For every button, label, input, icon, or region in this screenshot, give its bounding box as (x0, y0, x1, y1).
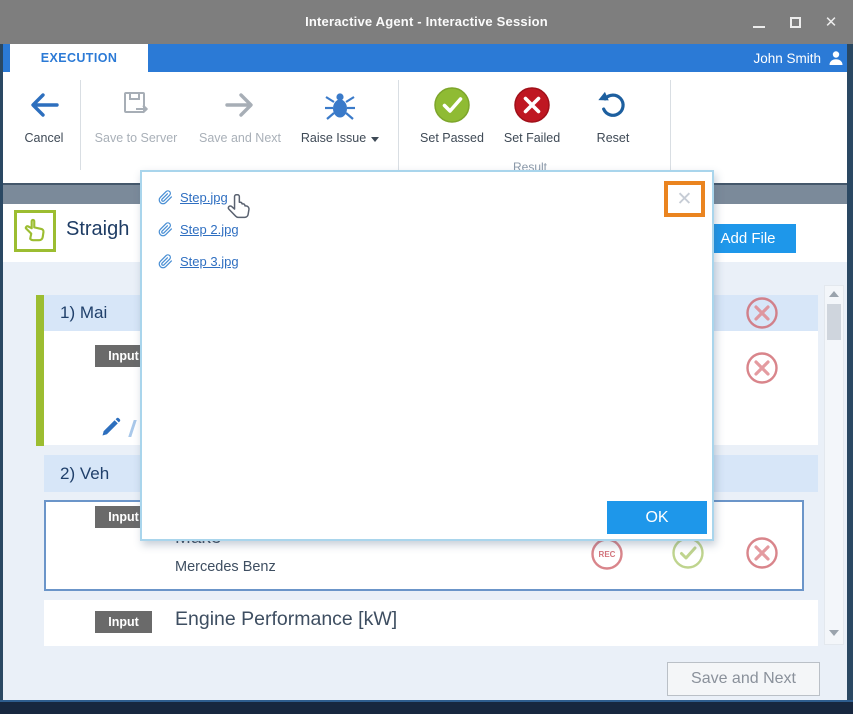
status-fail-icon[interactable] (745, 536, 779, 570)
dialog-close-button[interactable]: ✕ (677, 188, 693, 211)
section-1-title: 1) Mai (60, 303, 108, 322)
file-list-item: Step.jpg (158, 186, 228, 208)
user-menu[interactable]: John Smith (753, 44, 845, 72)
floppy-disk-icon (124, 92, 148, 114)
section-2-title: 2) Veh (60, 463, 110, 483)
save-to-server-button[interactable]: Save to Server (84, 78, 188, 170)
status-fail-icon[interactable] (745, 351, 779, 385)
status-pass-icon[interactable] (671, 536, 705, 570)
bug-icon (325, 93, 355, 120)
step-type-box (14, 210, 56, 252)
save-to-server-label: Save to Server (94, 131, 178, 145)
rec-text: REC (599, 550, 616, 559)
field-value-make: Mercedes Benz (175, 559, 276, 575)
close-button[interactable]: ✕ (817, 9, 845, 35)
scrollbar-thumb[interactable] (827, 304, 841, 340)
set-passed-label: Set Passed (420, 131, 484, 145)
file-link[interactable]: Step 3.jpg (180, 254, 239, 269)
back-arrow-icon (31, 93, 59, 117)
window-border-left (0, 44, 3, 700)
edit-pencil-icon[interactable] (100, 416, 122, 438)
minimize-button[interactable] (745, 9, 773, 35)
window-bottom-bar (0, 700, 853, 714)
ribbon-tab-bar: EXECUTION John Smith (0, 44, 853, 72)
save-and-next-label: Save and Next (199, 131, 281, 145)
toolbar-separator (398, 80, 399, 170)
active-section-bar (36, 295, 44, 446)
set-failed-label: Set Failed (503, 131, 561, 145)
save-and-next-button[interactable]: Save and Next (190, 78, 290, 170)
scrollbar-down-arrow[interactable] (829, 630, 839, 636)
raise-issue-button[interactable]: Raise Issue (292, 78, 388, 170)
attachments-dialog: Step.jpg Step 2.jpg Step 3.jpg ✕ OK (140, 170, 714, 541)
field-label-engine: Engine Performance [kW] (175, 608, 398, 630)
cursor-pointer-icon (227, 193, 250, 219)
undo-arrow-icon (598, 91, 625, 117)
input-badge: Input (95, 611, 152, 633)
tab-execution[interactable]: EXECUTION (10, 44, 148, 72)
cancel-button[interactable]: Cancel (12, 78, 76, 170)
user-icon (829, 51, 843, 65)
raise-issue-label: Raise Issue (301, 131, 380, 145)
status-fail-icon[interactable] (745, 296, 779, 330)
status-rec-icon[interactable]: REC (590, 537, 624, 571)
set-passed-button[interactable]: Set Passed (410, 78, 494, 170)
add-file-button[interactable]: Add File (700, 224, 796, 253)
toolbar-separator (670, 80, 671, 170)
step-title: Straigh (66, 218, 130, 240)
app-window: Interactive Agent - Interactive Session … (0, 0, 853, 714)
ribbon-toolbar: Cancel Save to Server Save and Next Rais… (0, 72, 853, 183)
title-bar: Interactive Agent - Interactive Session … (0, 0, 853, 44)
toolbar-separator (80, 80, 81, 170)
maximize-button[interactable] (781, 9, 809, 35)
pointing-hand-icon (24, 218, 45, 242)
reset-button[interactable]: Reset (578, 78, 648, 170)
scrollbar-up-arrow[interactable] (829, 291, 839, 297)
paperclip-icon (158, 253, 173, 268)
paperclip-icon (158, 189, 173, 204)
dropdown-caret-icon (371, 136, 380, 142)
maximize-icon (789, 16, 801, 28)
field-row-engine[interactable] (44, 600, 818, 646)
failed-cross-icon (514, 87, 550, 123)
action-highlight-box: ✕ (664, 181, 705, 217)
user-name: John Smith (753, 50, 821, 66)
ok-button[interactable]: OK (607, 501, 707, 534)
paperclip-icon (158, 221, 173, 236)
reset-label: Reset (596, 131, 630, 145)
save-and-next-footer-button[interactable]: Save and Next (667, 662, 820, 696)
file-link[interactable]: Step.jpg (180, 190, 228, 205)
cancel-label: Cancel (24, 131, 64, 145)
window-border-right (847, 44, 853, 700)
file-list-item: Step 3.jpg (158, 250, 239, 272)
passed-check-icon (434, 87, 470, 123)
close-icon: ✕ (824, 14, 838, 31)
minimize-icon (753, 25, 765, 28)
next-arrow-icon (225, 93, 253, 117)
set-failed-button[interactable]: Set Failed (496, 78, 568, 170)
window-controls: ✕ (745, 0, 845, 44)
window-title: Interactive Agent - Interactive Session (305, 14, 548, 29)
